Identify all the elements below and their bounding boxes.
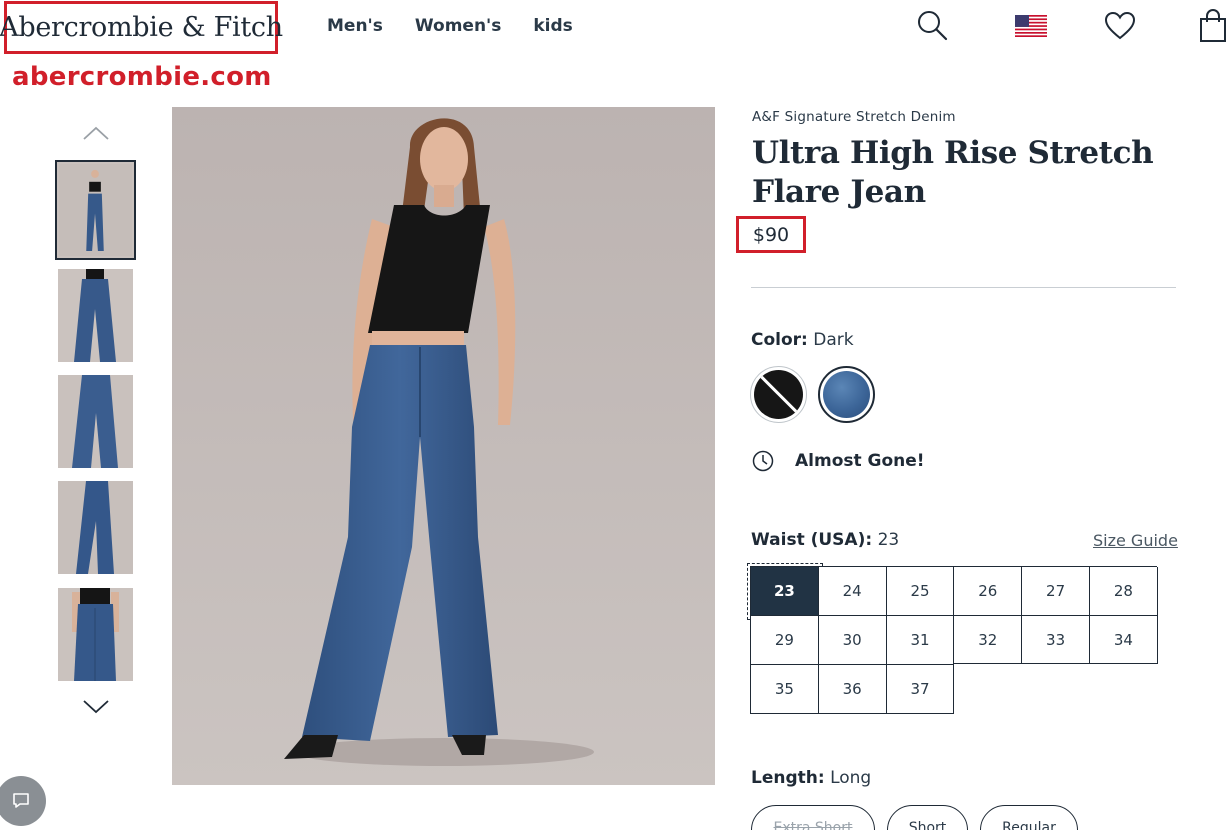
chevron-up-icon[interactable] <box>80 123 112 143</box>
product-price: $90 <box>752 223 790 246</box>
size-grid-edge <box>953 663 1157 664</box>
length-option-extra-short[interactable]: Extra Short <box>751 805 875 830</box>
brand-logo[interactable]: Abercrombie & Fitch <box>0 12 283 43</box>
clock-icon <box>752 450 774 472</box>
us-flag-icon[interactable] <box>1015 15 1047 37</box>
length-option-label: Regular <box>1002 820 1056 830</box>
thumbnail-5[interactable] <box>58 588 133 681</box>
length-label: Length: <box>751 768 825 788</box>
waist-label: Waist (USA): <box>751 530 873 550</box>
shopping-bag-icon[interactable] <box>1199 9 1227 43</box>
size-option-24[interactable]: 24 <box>818 567 887 616</box>
length-option-short[interactable]: Short <box>887 805 968 830</box>
size-option-33[interactable]: 33 <box>1022 615 1090 665</box>
thumbnail-2[interactable] <box>58 269 133 362</box>
size-option-36[interactable]: 36 <box>818 664 887 714</box>
size-option-35[interactable]: 35 <box>751 664 819 714</box>
waist-selector-label: Waist (USA): 23 <box>751 530 899 550</box>
size-option-32[interactable]: 32 <box>954 615 1023 665</box>
length-option-regular[interactable]: Regular <box>980 805 1078 830</box>
waist-value: 23 <box>877 530 900 550</box>
size-option-34[interactable]: 34 <box>1089 615 1158 665</box>
stock-status: Almost Gone! <box>795 451 925 471</box>
size-option-29[interactable]: 29 <box>751 615 819 665</box>
size-option-31[interactable]: 31 <box>886 615 955 665</box>
length-option-label: Extra Short <box>773 820 853 830</box>
color-selector-label: Color: Dark <box>751 330 854 350</box>
size-option-23[interactable]: 23 <box>747 563 823 620</box>
price-highlight-box: $90 <box>736 216 806 253</box>
size-option-37[interactable]: 37 <box>886 664 955 714</box>
size-guide-link[interactable]: Size Guide <box>1093 531 1178 550</box>
logo-highlight-box[interactable]: Abercrombie & Fitch <box>0 1 283 54</box>
heart-icon[interactable] <box>1104 11 1136 41</box>
domain-caption: abercrombie.com <box>12 62 272 92</box>
length-value: Long <box>830 768 872 788</box>
size-option-30[interactable]: 30 <box>818 615 887 665</box>
product-title: Ultra High Rise Stretch Flare Jean <box>752 135 1154 210</box>
size-option-27[interactable]: 27 <box>1022 567 1090 616</box>
chat-icon <box>13 793 29 808</box>
swatch-black[interactable] <box>750 366 807 423</box>
main-product-image[interactable] <box>172 107 715 785</box>
size-option-26[interactable]: 26 <box>954 567 1023 616</box>
chevron-down-icon[interactable] <box>80 697 112 717</box>
size-option-25[interactable]: 25 <box>886 567 955 616</box>
size-grid-filler <box>954 664 1164 716</box>
nav-mens[interactable]: Men's <box>327 16 383 36</box>
length-selector-label: Length: Long <box>751 768 871 788</box>
thumbnail-3[interactable] <box>58 375 133 468</box>
color-value: Dark <box>813 330 854 350</box>
nav-womens[interactable]: Women's <box>415 16 502 36</box>
nav-kids[interactable]: kids <box>533 16 572 36</box>
swatch-dark[interactable] <box>818 366 875 423</box>
color-label: Color: <box>751 330 808 350</box>
main-nav: Men's Women's kids <box>327 16 573 36</box>
thumbnail-4[interactable] <box>58 481 133 574</box>
chat-button[interactable] <box>0 776 46 826</box>
thumbnail-1[interactable] <box>55 160 136 260</box>
search-icon[interactable] <box>916 9 948 41</box>
size-option-28[interactable]: 28 <box>1089 567 1158 616</box>
section-divider <box>751 287 1176 288</box>
product-collection: A&F Signature Stretch Denim <box>752 109 956 125</box>
length-option-label: Short <box>908 820 947 830</box>
